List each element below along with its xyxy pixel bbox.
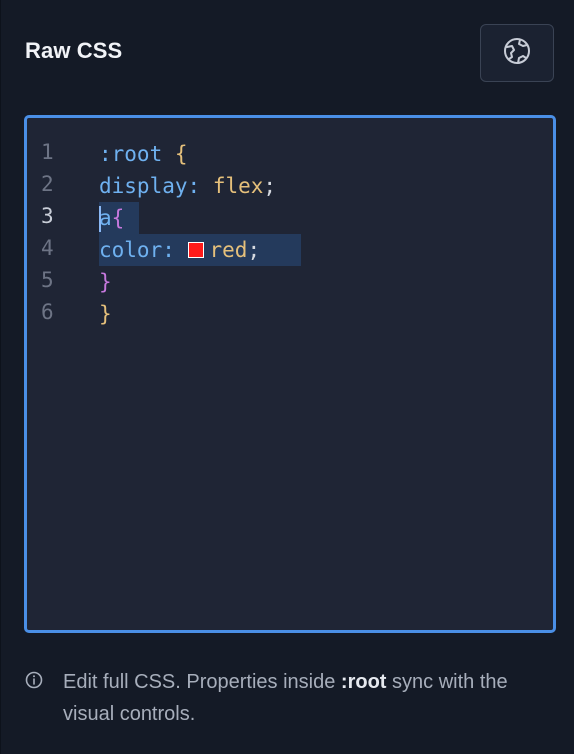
code-line: }: [99, 298, 112, 330]
css-brace: }: [99, 302, 112, 326]
line-number: 6: [41, 300, 54, 324]
root-keyword: :root: [340, 671, 387, 693]
css-brace: {: [162, 142, 188, 166]
globe-network-icon: [502, 36, 532, 71]
line-number: 5: [41, 268, 54, 292]
css-selector: :root: [99, 142, 163, 166]
line-number: 4: [41, 236, 54, 260]
css-brace: {: [111, 206, 125, 230]
code-line: :root {: [99, 138, 188, 170]
css-property: color: [99, 238, 163, 262]
code-line: }: [99, 266, 112, 298]
info-circle-icon: [25, 671, 43, 689]
globe-network-button[interactable]: [480, 24, 554, 82]
code-line: a{: [99, 202, 124, 234]
line-number-gutter: 1 2 3 4 5 6: [27, 118, 87, 630]
text-cursor: [99, 206, 101, 232]
css-code-editor[interactable]: 1 2 3 4 5 6 :root { display: flex; a{ co…: [24, 115, 556, 633]
css-property: display: [99, 174, 188, 198]
css-semicolon: ;: [247, 238, 261, 262]
code-line: display: flex;: [99, 170, 276, 202]
css-value: red: [209, 238, 248, 262]
line-number: 2: [41, 172, 54, 196]
css-semicolon: ;: [263, 174, 277, 198]
help-text: Edit full CSS. Properties inside :root s…: [63, 671, 508, 725]
color-swatch[interactable]: [187, 242, 204, 258]
code-line: color: red;: [99, 234, 260, 266]
css-value: flex: [212, 174, 264, 198]
line-number-active: 3: [41, 204, 54, 228]
css-colon: :: [162, 238, 188, 262]
css-colon: :: [187, 174, 213, 198]
css-brace: }: [99, 270, 112, 294]
panel-title: Raw CSS: [25, 38, 123, 63]
raw-css-panel: Raw CSS 1 2 3 4 5 6 :root { display: fle…: [0, 0, 574, 754]
line-number: 1: [41, 140, 54, 164]
